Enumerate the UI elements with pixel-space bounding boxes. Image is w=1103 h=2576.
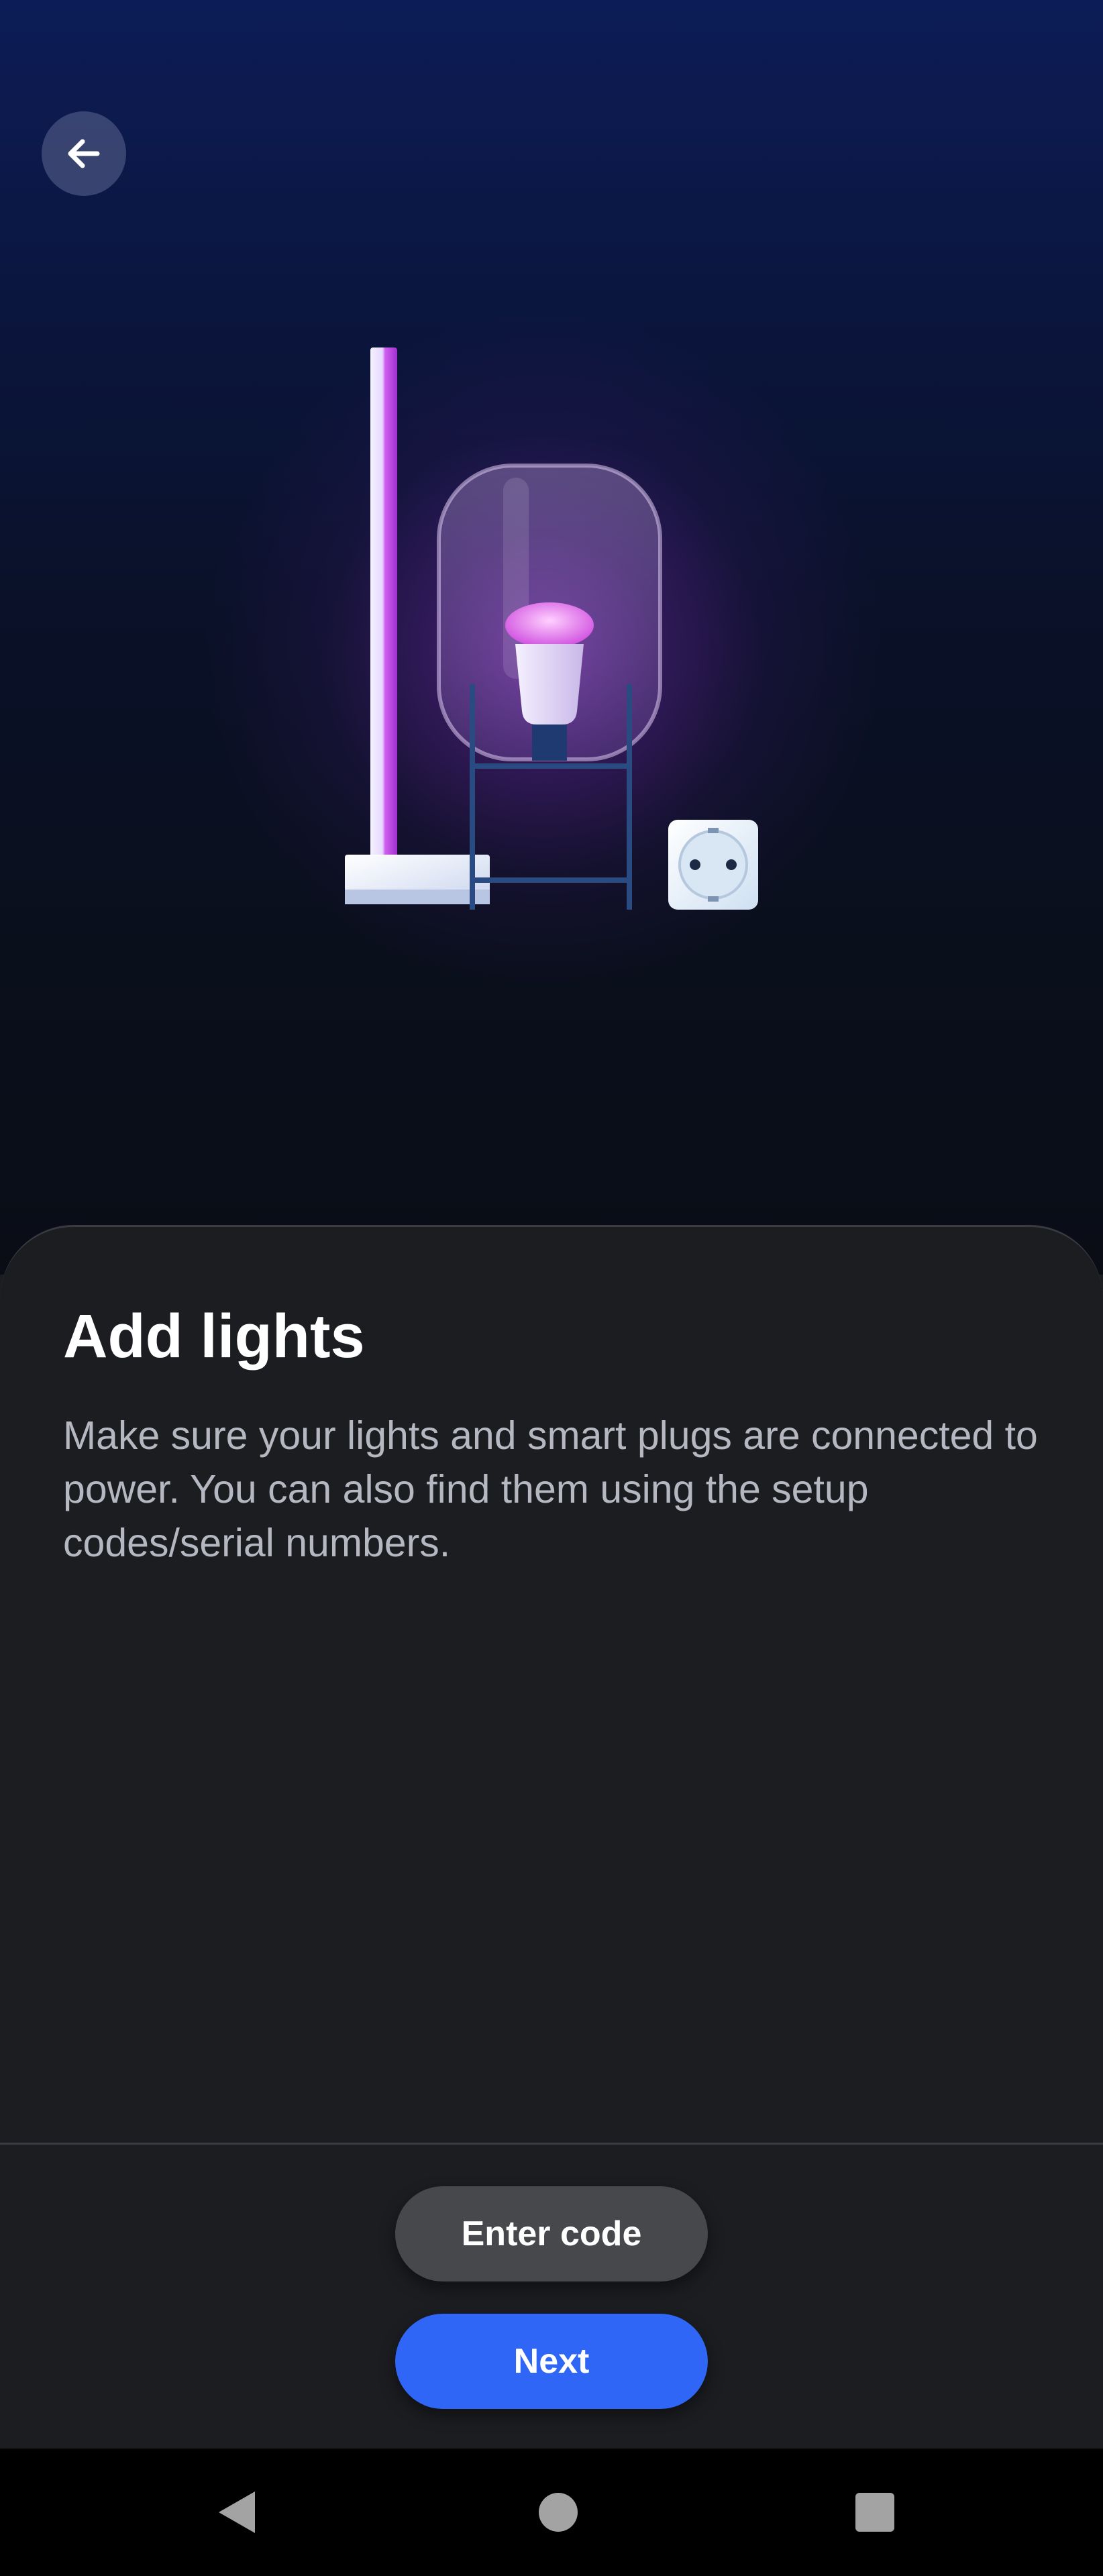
smart-plug-icon (668, 820, 758, 910)
lights-illustration (345, 347, 758, 910)
enter-code-button[interactable]: Enter code (395, 2186, 708, 2282)
add-lights-screen: Add lights Make sure your lights and sma… (0, 0, 1103, 2576)
back-button[interactable] (42, 111, 126, 196)
nav-back-icon[interactable] (216, 2489, 258, 2536)
page-title: Add lights (63, 1302, 365, 1371)
table-lamp-icon (437, 464, 662, 910)
next-button[interactable]: Next (395, 2314, 708, 2409)
nav-home-icon[interactable] (539, 2493, 578, 2532)
divider (0, 2143, 1103, 2145)
hero-illustration-area (0, 0, 1103, 1275)
nav-recents-icon[interactable] (855, 2493, 894, 2532)
arrow-left-icon (68, 139, 100, 168)
system-navigation-bar (0, 2449, 1103, 2576)
page-description: Make sure your lights and smart plugs ar… (63, 1413, 1038, 1565)
